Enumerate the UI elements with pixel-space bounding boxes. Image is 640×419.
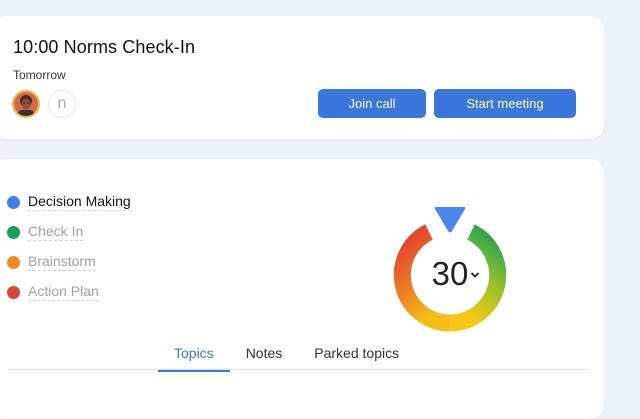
agenda-item-action-plan[interactable]: Action Plan <box>7 277 131 307</box>
agenda-item-label: Decision Making <box>28 193 131 211</box>
meeting-date: Tomorrow <box>13 68 66 82</box>
chevron-down-icon[interactable] <box>470 271 480 279</box>
agenda-item-check-in[interactable]: Check In <box>7 217 131 247</box>
timer-marker-icon[interactable] <box>433 205 467 235</box>
participant-avatar-photo[interactable] <box>12 90 40 118</box>
agenda-item-decision-making[interactable]: Decision Making <box>7 187 131 217</box>
timer-dial[interactable]: 30 <box>388 205 512 337</box>
tab-notes[interactable]: Notes <box>230 341 299 372</box>
tab-topics[interactable]: Topics <box>158 341 230 372</box>
agenda-item-label: Brainstorm <box>28 253 96 271</box>
agenda-dot-icon <box>7 225 20 239</box>
agenda-item-label: Action Plan <box>28 283 99 301</box>
agenda-item-brainstorm[interactable]: Brainstorm <box>7 247 131 277</box>
tab-bar: Topics Notes Parked topics <box>158 341 415 372</box>
join-call-button[interactable]: Join call <box>318 89 426 118</box>
participant-avatars: n <box>12 90 76 118</box>
agenda-item-label: Check In <box>28 223 84 241</box>
start-meeting-button[interactable]: Start meeting <box>434 89 576 118</box>
agenda-dot-icon <box>7 195 20 209</box>
agenda-dot-icon <box>7 285 20 299</box>
agenda-list: Decision Making Check In Brainstorm Acti… <box>7 187 131 307</box>
tab-parked-topics[interactable]: Parked topics <box>298 341 415 372</box>
participant-avatar-initial[interactable]: n <box>48 90 76 118</box>
user-photo-icon <box>14 92 38 116</box>
meeting-title: 10:00 Norms Check-In <box>13 37 196 57</box>
meeting-card: 10:00 Norms Check-In Tomorrow n Join cal… <box>0 16 604 139</box>
agenda-dot-icon <box>7 255 20 269</box>
timer-minutes[interactable]: 30 <box>388 255 512 293</box>
tab-divider <box>8 369 588 370</box>
agenda-card: Decision Making Check In Brainstorm Acti… <box>0 159 604 419</box>
